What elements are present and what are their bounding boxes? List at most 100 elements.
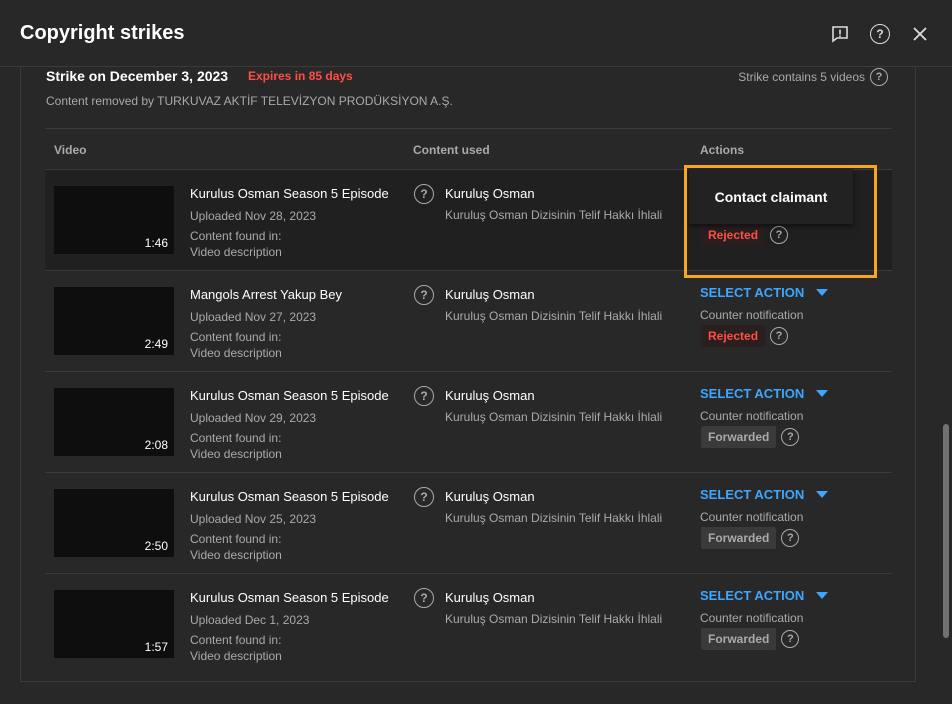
video-thumbnail[interactable]: 1:57: [54, 590, 174, 658]
status-wrap: Forwarded ?: [701, 628, 800, 650]
video-title[interactable]: Mangols Arrest Yakup Bey: [190, 287, 390, 302]
video-title[interactable]: Kurulus Osman Season 5 Episode: [190, 388, 390, 403]
select-action-button[interactable]: SELECT ACTION: [700, 487, 829, 502]
counter-notification-label: Counter notification: [700, 611, 804, 625]
select-action-label: SELECT ACTION: [700, 588, 805, 603]
status-badge: Forwarded: [701, 527, 777, 549]
status-badge: Rejected: [701, 325, 766, 347]
caret-down-icon: [816, 389, 829, 397]
expires-label: Expires in 85 days: [248, 69, 353, 83]
content-description: Kuruluş Osman Dizisinin Telif Hakkı İhla…: [445, 612, 663, 626]
strike-title: Strike on December 3, 2023: [46, 68, 229, 84]
content-found-label: Content found in:: [190, 330, 282, 344]
status-wrap: Rejected ?: [701, 224, 789, 246]
content-name: Kuruluş Osman: [445, 489, 535, 504]
help-icon[interactable]: ?: [868, 22, 892, 46]
caret-down-icon: [816, 288, 829, 296]
status-badge: Forwarded: [701, 426, 777, 448]
content-name: Kuruluş Osman: [445, 186, 535, 201]
content-found-label: Content found in:: [190, 229, 282, 243]
status-wrap: Forwarded ?: [701, 426, 800, 448]
content-found-label: Content found in:: [190, 532, 282, 546]
status-wrap: Forwarded ?: [701, 527, 800, 549]
status-wrap: Rejected ?: [701, 325, 789, 347]
video-thumbnail[interactable]: 1:46: [54, 186, 174, 254]
strike-panel: Strike on December 3, 2023 Expires in 85…: [20, 67, 916, 682]
status-badge: Rejected: [701, 224, 766, 246]
content-found-label: Content found in:: [190, 431, 282, 445]
video-duration: 1:57: [144, 640, 168, 654]
scrollbar-thumb[interactable]: [943, 424, 949, 638]
strike-contains: Strike contains 5 videos ?: [738, 68, 888, 86]
counter-notification-label: Counter notification: [700, 308, 804, 322]
content-name: Kuruluş Osman: [445, 388, 535, 403]
help-icon[interactable]: ?: [414, 487, 434, 507]
dialog-title: Copyright strikes: [20, 22, 185, 44]
help-icon[interactable]: ?: [781, 428, 800, 446]
content-description: Kuruluş Osman Dizisinin Telif Hakkı İhla…: [445, 511, 663, 525]
video-thumbnail[interactable]: 2:08: [54, 388, 174, 456]
contact-claimant-label: Contact claimant: [714, 188, 828, 205]
content-name: Kuruluş Osman: [445, 287, 535, 302]
content-found-in: Video description: [190, 649, 282, 663]
caret-down-icon: [816, 591, 829, 599]
status-badge: Forwarded: [701, 628, 777, 650]
help-icon[interactable]: ?: [770, 226, 789, 244]
content-description: Kuruluş Osman Dizisinin Telif Hakkı İhla…: [445, 208, 663, 222]
select-action-button[interactable]: SELECT ACTION: [700, 285, 829, 300]
content-found-in: Video description: [190, 548, 282, 562]
strike-contains-label: Strike contains 5 videos: [738, 70, 865, 84]
help-icon[interactable]: ?: [414, 184, 434, 204]
video-uploaded: Uploaded Nov 25, 2023: [190, 512, 317, 526]
help-icon[interactable]: ?: [870, 68, 888, 86]
header-video: Video: [54, 143, 87, 157]
video-duration: 2:49: [144, 337, 168, 351]
table-header: Video Content used Actions: [45, 129, 892, 170]
help-icon[interactable]: ?: [414, 588, 434, 608]
header-actions: Actions: [700, 143, 745, 157]
video-uploaded: Uploaded Nov 27, 2023: [190, 310, 317, 324]
caret-down-icon: [816, 490, 829, 498]
video-uploaded: Uploaded Dec 1, 2023: [190, 613, 310, 627]
dialog-header: Copyright strikes ?: [0, 0, 952, 67]
content-found-label: Content found in:: [190, 633, 282, 647]
help-icon[interactable]: ?: [781, 630, 800, 648]
help-icon[interactable]: ?: [770, 327, 789, 345]
content-description: Kuruluş Osman Dizisinin Telif Hakkı İhla…: [445, 410, 663, 424]
help-icon[interactable]: ?: [414, 285, 434, 305]
select-action-label: SELECT ACTION: [700, 386, 805, 401]
video-thumbnail[interactable]: 2:49: [54, 287, 174, 355]
video-duration: 1:46: [144, 236, 168, 250]
counter-notification-label: Counter notification: [700, 409, 804, 423]
content-found-in: Video description: [190, 447, 282, 461]
counter-notification-label: Counter notification: [700, 510, 804, 524]
help-icon[interactable]: ?: [781, 529, 800, 547]
video-title[interactable]: Kurulus Osman Season 5 Episode: [190, 186, 390, 201]
close-icon[interactable]: [908, 22, 932, 46]
feedback-icon[interactable]: [828, 22, 852, 46]
video-title[interactable]: Kurulus Osman Season 5 Episode: [190, 590, 390, 605]
video-duration: 2:50: [144, 539, 168, 553]
help-icon[interactable]: ?: [414, 386, 434, 406]
header-content-used: Content used: [413, 143, 490, 157]
select-action-button[interactable]: SELECT ACTION: [700, 386, 829, 401]
content-description: Kuruluş Osman Dizisinin Telif Hakkı İhla…: [445, 309, 663, 323]
table-row: 2:50 Kurulus Osman Season 5 Episode Uplo…: [45, 473, 892, 574]
video-duration: 2:08: [144, 438, 168, 452]
content-name: Kuruluş Osman: [445, 590, 535, 605]
video-thumbnail[interactable]: 2:50: [54, 489, 174, 557]
select-action-label: SELECT ACTION: [700, 285, 805, 300]
contact-claimant-menu-item[interactable]: Contact claimant: [689, 169, 853, 224]
content-removed-by: Content removed by TURKUVAZ AKTİF TELEVİ…: [46, 94, 453, 108]
video-title[interactable]: Kurulus Osman Season 5 Episode: [190, 489, 390, 504]
select-action-label: SELECT ACTION: [700, 487, 805, 502]
video-uploaded: Uploaded Nov 29, 2023: [190, 411, 317, 425]
table-row: 2:49 Mangols Arrest Yakup Bey Uploaded N…: [45, 271, 892, 372]
content-found-in: Video description: [190, 245, 282, 259]
copyright-strikes-dialog: Copyright strikes ? Strike on December 3…: [0, 0, 952, 704]
table-row: 2:08 Kurulus Osman Season 5 Episode Uplo…: [45, 372, 892, 473]
content-found-in: Video description: [190, 346, 282, 360]
select-action-button[interactable]: SELECT ACTION: [700, 588, 829, 603]
table-row: 1:57 Kurulus Osman Season 5 Episode Uplo…: [45, 574, 892, 675]
video-uploaded: Uploaded Nov 28, 2023: [190, 209, 317, 223]
